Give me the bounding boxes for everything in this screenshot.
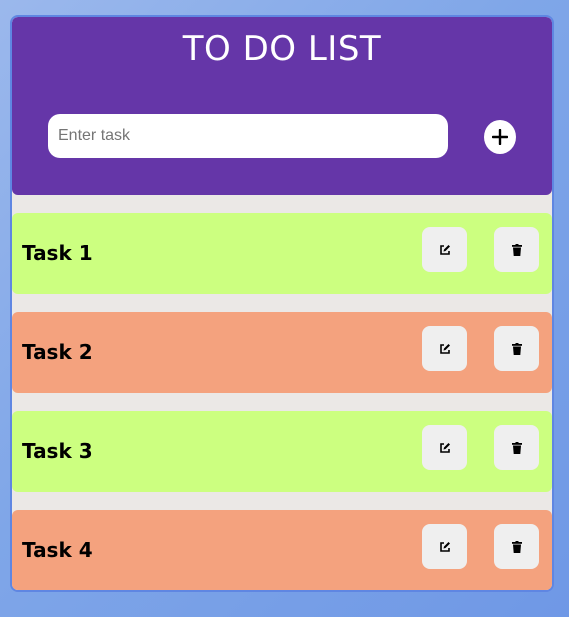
task-item: Task 1 [12, 213, 552, 294]
delete-task-button[interactable] [494, 524, 539, 569]
edit-icon [439, 244, 450, 255]
task-item: Task 2 [12, 312, 552, 393]
delete-task-button[interactable] [494, 425, 539, 470]
add-task-button[interactable] [484, 120, 516, 154]
trash-icon [511, 342, 522, 355]
task-label: Task 2 [22, 340, 93, 364]
delete-task-button[interactable] [494, 227, 539, 272]
edit-task-button[interactable] [422, 227, 467, 272]
delete-task-button[interactable] [494, 326, 539, 371]
plus-icon [492, 129, 508, 145]
edit-icon [439, 541, 450, 552]
edit-icon [439, 442, 450, 453]
edit-icon [439, 343, 450, 354]
edit-task-button[interactable] [422, 524, 467, 569]
task-label: Task 4 [22, 538, 93, 562]
task-item: Task 3 [12, 411, 552, 492]
task-input[interactable] [48, 114, 448, 158]
todo-app: TO DO LIST Task 1 Task 2 [10, 15, 554, 592]
edit-task-button[interactable] [422, 326, 467, 371]
header-panel: TO DO LIST [12, 17, 552, 195]
trash-icon [511, 243, 522, 256]
trash-icon [511, 540, 522, 553]
task-item: Task 4 [12, 510, 552, 590]
task-label: Task 1 [22, 241, 93, 265]
page-title: TO DO LIST [182, 29, 382, 69]
edit-task-button[interactable] [422, 425, 467, 470]
trash-icon [511, 441, 522, 454]
task-label: Task 3 [22, 439, 93, 463]
